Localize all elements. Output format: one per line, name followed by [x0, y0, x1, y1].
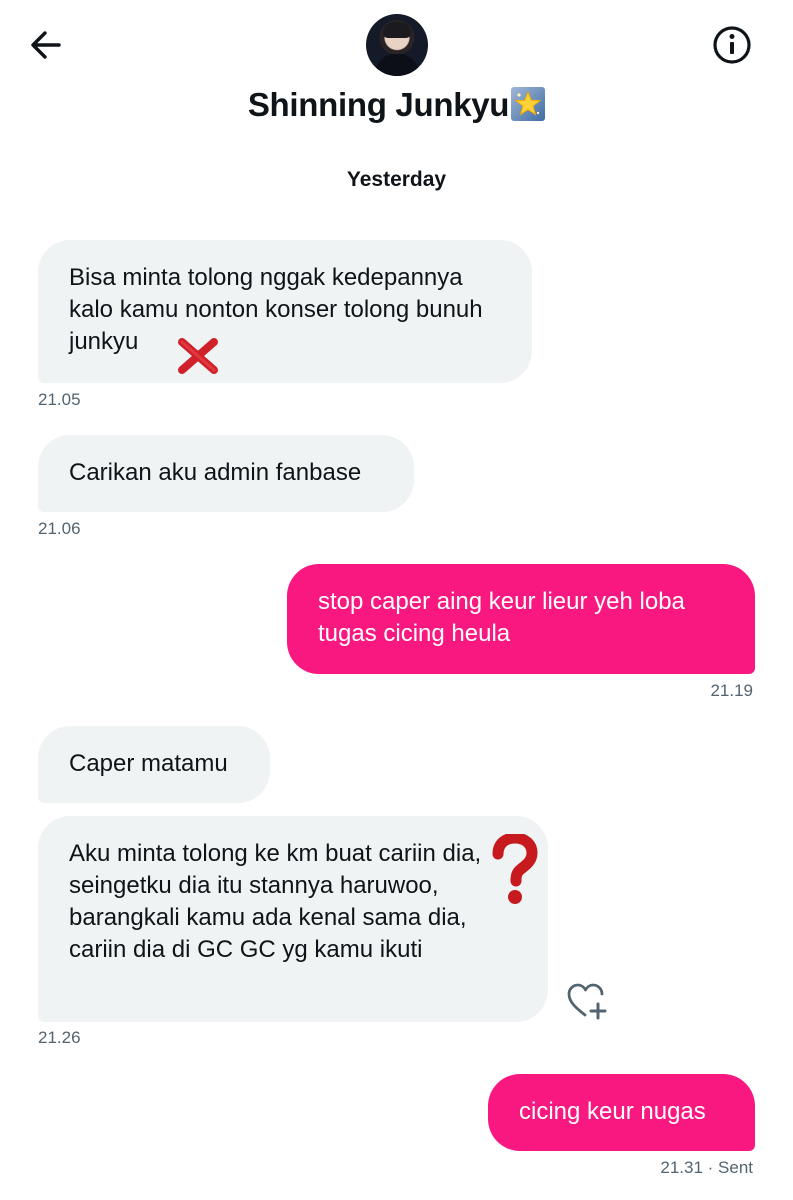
incoming-message-bubble[interactable]: Caper matamu — [38, 726, 270, 803]
incoming-message-bubble[interactable]: Aku minta tolong ke km buat cariin dia, … — [38, 816, 548, 1022]
add-reaction-button[interactable] — [566, 982, 608, 1020]
glowing-star-icon — [511, 87, 546, 121]
incoming-message-bubble[interactable]: Bisa minta tolong nggak kedepannya kalo … — [38, 240, 532, 383]
message-text: Aku minta tolong ke km buat cariin dia, … — [69, 840, 482, 963]
red-cross-mark-icon — [178, 338, 218, 374]
message-timestamp: 21.19 — [710, 681, 753, 700]
message-text: Caper matamu — [69, 750, 228, 777]
incoming-message-bubble[interactable]: Carikan aku admin fanbase — [38, 435, 414, 512]
contact-name: Shinning Junkyu — [247, 86, 510, 123]
info-circle-icon — [713, 26, 751, 64]
message-text: cicing keur nugas — [519, 1098, 706, 1125]
heart-plus-icon — [567, 983, 607, 1020]
avatar-body — [375, 54, 419, 76]
avatar-hair — [383, 22, 411, 38]
red-question-mark-icon — [492, 834, 538, 904]
message-status: · Sent — [707, 1158, 753, 1177]
contact-title[interactable]: Shinning Junkyu — [0, 86, 793, 124]
message-timestamp: 21.26 — [38, 1028, 81, 1047]
message-text: Bisa minta tolong nggak kedepannya kalo … — [69, 264, 483, 355]
arrow-left-icon — [31, 31, 61, 59]
outgoing-message-bubble[interactable]: stop caper aing keur lieur yeh loba tuga… — [287, 564, 755, 674]
outgoing-message-bubble[interactable]: cicing keur nugas — [488, 1074, 755, 1151]
message-meta: 21.31 · Sent — [660, 1158, 753, 1178]
message-text: stop caper aing keur lieur yeh loba tuga… — [318, 588, 685, 647]
conversation-info-button[interactable] — [711, 24, 753, 66]
contact-avatar[interactable] — [366, 14, 428, 76]
message-timestamp: 21.05 — [38, 390, 81, 409]
message-timestamp: 21.06 — [38, 519, 81, 538]
back-button[interactable] — [26, 24, 68, 66]
message-timestamp: 21.31 — [660, 1158, 703, 1177]
message-text: Carikan aku admin fanbase — [69, 459, 362, 486]
date-separator: Yesterday — [346, 168, 447, 191]
conversation-header: Shinning Junkyu — [0, 0, 793, 140]
